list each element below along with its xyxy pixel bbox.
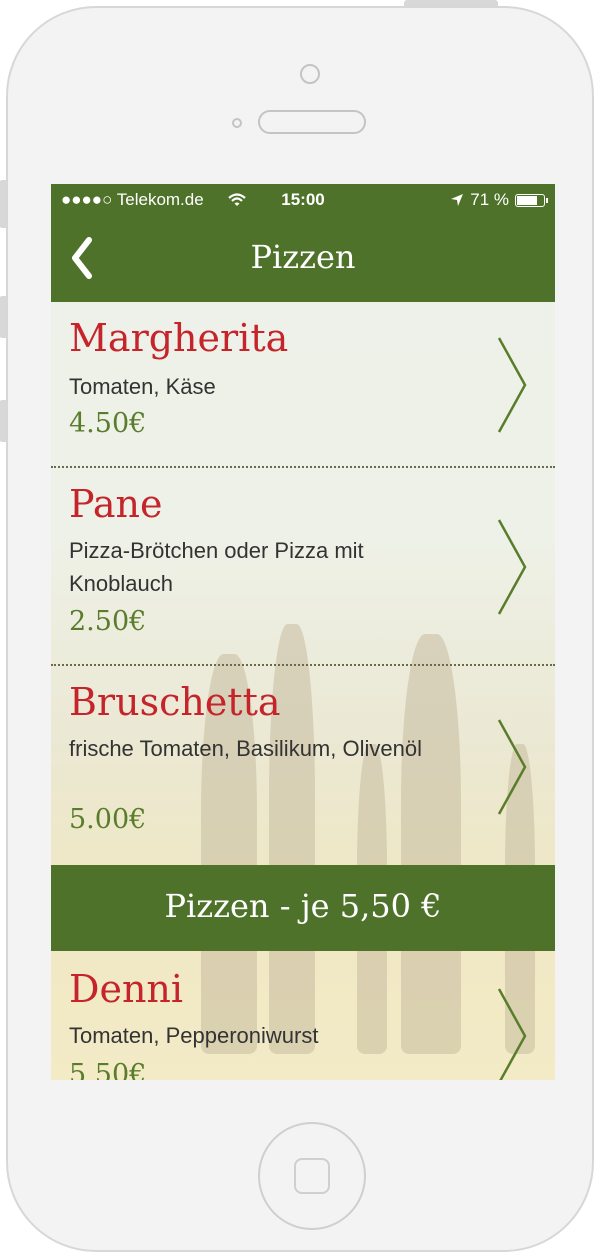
- item-name: Margherita: [69, 316, 289, 360]
- item-name: Pane: [69, 482, 163, 526]
- battery-icon: [515, 193, 548, 207]
- menu-item-pane[interactable]: Pane Pizza-Brötchen oder Pizza mit Knobl…: [51, 468, 555, 664]
- sensor: [232, 118, 242, 128]
- wifi-icon: [228, 193, 246, 206]
- power-button: [404, 0, 498, 6]
- location-arrow-icon: [451, 194, 464, 206]
- item-name: Bruschetta: [69, 680, 281, 724]
- chevron-right-icon: [497, 519, 527, 615]
- navigation-bar: Pizzen: [51, 216, 555, 302]
- camera: [300, 64, 320, 84]
- item-name: Denni: [69, 967, 184, 1011]
- screen: ●●●●○ Telekom.de 15:00 71 % Pizzen Margh…: [51, 184, 555, 1080]
- menu-item-denni[interactable]: Denni Tomaten, Pepperoniwurst 5.50€: [51, 951, 555, 1080]
- section-header: Pizzen - je 5,50 €: [51, 865, 555, 951]
- speaker: [258, 110, 366, 134]
- menu-item-margherita[interactable]: Margherita Tomaten, Käse 4.50€: [51, 302, 555, 466]
- section-title: Pizzen - je 5,50 €: [164, 887, 442, 925]
- item-description: Tomaten, Käse: [69, 374, 216, 399]
- item-price: 2.50€: [69, 606, 147, 637]
- item-description: Pizza-Brötchen oder Pizza mit Knoblauch: [69, 538, 364, 596]
- item-description: frische Tomaten, Basilikum, Olivenöl: [69, 736, 422, 761]
- status-right: 71 %: [450, 190, 548, 210]
- chevron-right-icon: [497, 988, 527, 1080]
- battery-percent: 71 %: [470, 190, 509, 209]
- mute-switch: [0, 180, 6, 228]
- chevron-right-icon: [497, 719, 527, 815]
- home-square-icon: [294, 1158, 330, 1194]
- item-price: 5.50€: [69, 1059, 147, 1080]
- item-description: Tomaten, Pepperoniwurst: [69, 1023, 319, 1048]
- item-price: 4.50€: [69, 408, 147, 439]
- chevron-right-icon: [497, 337, 527, 433]
- volume-up-button: [0, 296, 6, 338]
- page-title: Pizzen: [250, 238, 356, 276]
- menu-item-bruschetta[interactable]: Bruschetta frische Tomaten, Basilikum, O…: [51, 666, 555, 864]
- status-bar: ●●●●○ Telekom.de 15:00 71 %: [51, 184, 555, 216]
- item-price: 5.00€: [69, 804, 147, 835]
- volume-down-button: [0, 400, 6, 442]
